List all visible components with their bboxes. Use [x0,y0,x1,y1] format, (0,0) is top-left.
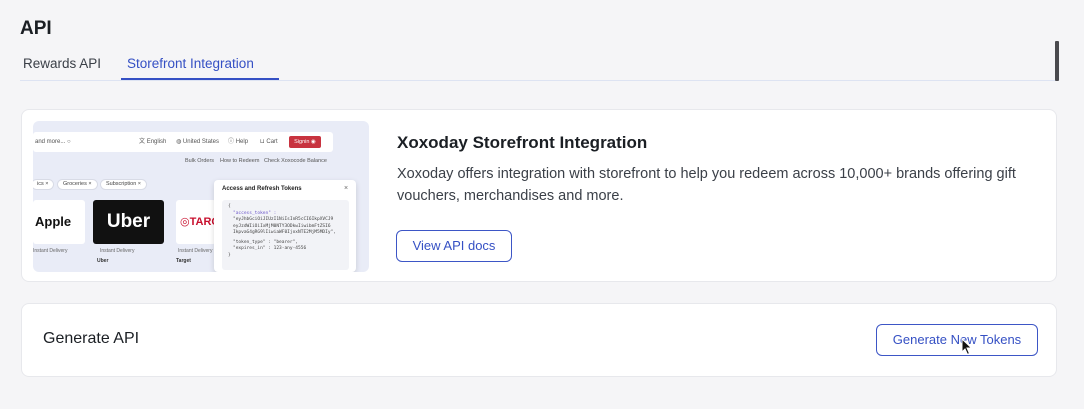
preview-tokens-popup: Access and Refresh Tokens × { "access_to… [214,180,356,272]
preview-code-block: { "access_token" : "eyJhbGciOiJIUzI1NiIs… [222,200,349,270]
storefront-preview-image: and more... ○ 文 English ◍ United States … [33,121,369,272]
target-icon: ◎ [180,216,190,228]
preview-brand-name: Target [176,258,191,264]
help-icon: ⓘ [228,139,235,145]
tab-bar: Rewards API Storefront Integration [20,52,1056,81]
preview-nav-help: ⓘ Help [228,139,249,145]
preview-brand-name: Uber [97,258,109,264]
preview-chip: ics × [33,179,55,190]
preview-brand-caption: Instant Delivery [100,248,135,254]
close-icon: × [344,185,349,192]
search-icon: ○ [67,139,71,145]
preview-subnav-balance: Check Xoxocode Balance [264,158,327,164]
user-icon: ◉ [311,139,316,145]
preview-chip: Subscription × [100,179,148,190]
active-tab-indicator [121,78,279,80]
generate-api-title: Generate API [43,330,140,347]
preview-subnav-redeem: How to Redeem [220,158,260,164]
preview-nav-country: ◍ United States [176,139,219,145]
preview-brand-caption: Instant Delivery [33,248,68,254]
storefront-integration-card: and more... ○ 文 English ◍ United States … [21,109,1057,282]
preview-nav-english: 文 English [139,139,167,145]
preview-subnav-bulk: Bulk Orders [185,158,215,164]
preview-chip: Groceries × [57,179,98,190]
page-title: API [20,18,52,39]
view-api-docs-button[interactable]: View API docs [396,230,512,262]
integration-description: Xoxoday offers integration with storefro… [397,166,1016,204]
preview-search: and more... ○ [35,139,71,145]
tab-storefront-integration[interactable]: Storefront Integration [127,56,254,71]
preview-brand-target: ◎TARG [176,200,216,244]
cart-icon: ⊔ [260,139,265,145]
scrollbar-thumb[interactable] [1055,41,1059,81]
preview-nav-cart: ⊔ Cart [260,139,278,145]
generate-api-card: Generate API Generate New Tokens [21,303,1057,377]
translate-icon: 文 [139,139,146,145]
integration-title: Xoxoday Storefront Integration [397,133,648,152]
preview-header-bar: and more... ○ 文 English ◍ United States … [33,132,333,152]
generate-new-tokens-button[interactable]: Generate New Tokens [876,324,1038,356]
preview-brand-apple: Apple [33,200,85,244]
preview-popup-title: Access and Refresh Tokens [222,186,302,192]
globe-icon: ◍ [176,139,182,145]
mouse-cursor-icon [961,338,973,356]
preview-brand-caption: Instant Delivery [178,248,213,254]
preview-signin-button: Signin ◉ [289,136,321,148]
preview-brand-uber: Uber [93,200,164,244]
tab-rewards-api[interactable]: Rewards API [23,56,101,71]
